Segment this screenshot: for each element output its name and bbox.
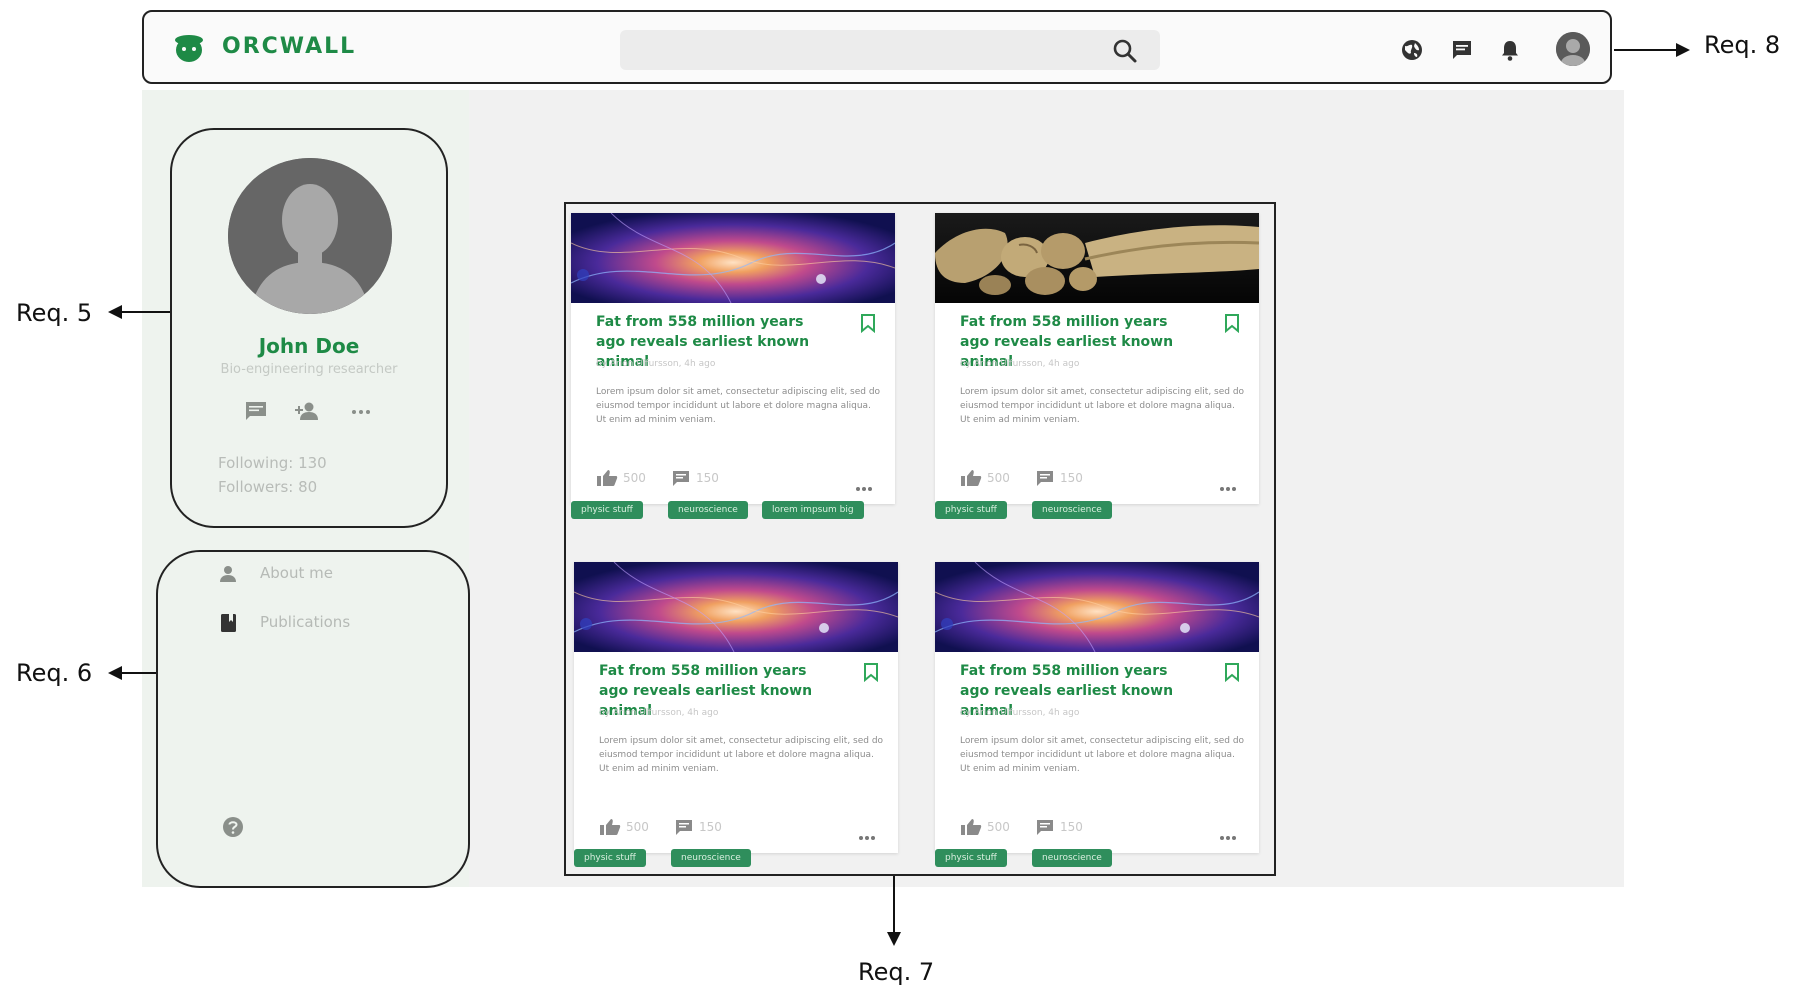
annotation-label: Req. 5 [16,299,93,327]
tag-chip[interactable]: neuroscience [1032,501,1112,519]
bookmark-icon[interactable] [1223,662,1241,683]
post-card[interactable]: Fat from 558 million years ago reveals e… [574,562,898,853]
message-icon[interactable] [244,400,270,422]
annotation-label: Req. 6 [16,659,93,687]
like-count: 500 [623,471,646,485]
comment-count: 150 [1060,820,1083,834]
brand-name[interactable]: ORCWALL [222,34,356,59]
post-image [935,562,1259,652]
tag-chip[interactable]: lorem impsum big [762,501,864,519]
more-icon[interactable] [858,826,876,840]
globe-icon[interactable] [1400,38,1426,64]
bookmark-icon[interactable] [862,662,880,683]
followers-count[interactable]: Followers: 80 [218,478,317,496]
add-friend-icon[interactable] [294,400,320,422]
tag-chip[interactable]: physic stuff [571,501,643,519]
like-icon[interactable] [599,818,621,836]
post-byline: by Arion Ulfursson, 4h ago [960,708,1080,718]
more-icon[interactable] [1219,826,1237,840]
avatar[interactable] [1556,32,1590,66]
post-image [935,213,1259,303]
tag-chip[interactable]: physic stuff [574,849,646,867]
post-excerpt: Lorem ipsum dolor sit amet, consectetur … [596,387,881,425]
search-input[interactable] [620,30,1160,70]
tag-chip[interactable]: neuroscience [1032,849,1112,867]
profile-card: John Doe Bio-engineering researcher Foll… [170,128,448,528]
post-card[interactable]: Fat from 558 million years ago reveals e… [935,562,1259,853]
profile-menu-card: About me Publications [156,550,470,888]
annotation-arrow-line [1614,49,1678,51]
like-count: 500 [626,820,649,834]
posts-feed: Fat from 558 million years ago reveals e… [564,202,1276,876]
notifications-icon[interactable] [1498,38,1524,64]
like-count: 500 [987,471,1010,485]
comment-count: 150 [1060,471,1083,485]
search-icon[interactable] [1112,38,1138,64]
annotation-arrowhead [1676,43,1690,57]
like-icon[interactable] [960,469,982,487]
annotation-label: Req. 8 [1704,31,1781,59]
post-image [571,213,895,303]
post-card[interactable]: Fat from 558 million years ago reveals e… [571,213,895,504]
tag-chip[interactable]: neuroscience [668,501,748,519]
post-byline: by Arion Ulfursson, 4h ago [960,359,1080,369]
comment-icon[interactable] [675,819,693,836]
comment-count: 150 [696,471,719,485]
more-icon[interactable] [855,477,873,491]
menu-item-label: About me [260,564,333,582]
annotation-arrow-line [120,311,170,313]
bookmark-icon[interactable] [859,313,877,334]
messages-icon[interactable] [1450,38,1476,64]
comment-icon[interactable] [672,470,690,487]
like-count: 500 [987,820,1010,834]
post-image [574,562,898,652]
bookmark-icon[interactable] [1223,313,1241,334]
more-icon[interactable] [1219,477,1237,491]
comment-count: 150 [699,820,722,834]
logo-icon[interactable] [172,32,206,64]
comment-icon[interactable] [1036,470,1054,487]
like-icon[interactable] [596,469,618,487]
annotation-label: Req. 7 [858,958,935,986]
person-icon [218,564,238,584]
profile-name: John Doe [258,334,360,358]
like-icon[interactable] [960,818,982,836]
post-excerpt: Lorem ipsum dolor sit amet, consectetur … [599,736,884,774]
post-byline: by Arion Ulfursson, 4h ago [596,359,716,369]
help-icon[interactable] [222,816,244,838]
profile-role: Bio-engineering researcher [220,362,398,377]
post-byline: by Arion Ulfursson, 4h ago [599,708,719,718]
tag-chip[interactable]: physic stuff [935,501,1007,519]
book-icon [218,613,238,633]
post-excerpt: Lorem ipsum dolor sit amet, consectetur … [960,387,1245,425]
post-excerpt: Lorem ipsum dolor sit amet, consectetur … [960,736,1245,774]
following-count[interactable]: Following: 130 [218,454,327,472]
tag-chip[interactable]: physic stuff [935,849,1007,867]
comment-icon[interactable] [1036,819,1054,836]
more-icon[interactable] [350,400,376,422]
annotation-arrow-line [893,876,895,934]
profile-avatar[interactable] [228,158,392,314]
top-navigation-bar: ORCWALL [142,10,1612,84]
annotation-arrowhead [887,932,901,946]
tag-chip[interactable]: neuroscience [671,849,751,867]
annotation-arrow-line [120,672,156,674]
post-card[interactable]: Fat from 558 million years ago reveals e… [935,213,1259,504]
menu-item-label: Publications [260,613,351,631]
